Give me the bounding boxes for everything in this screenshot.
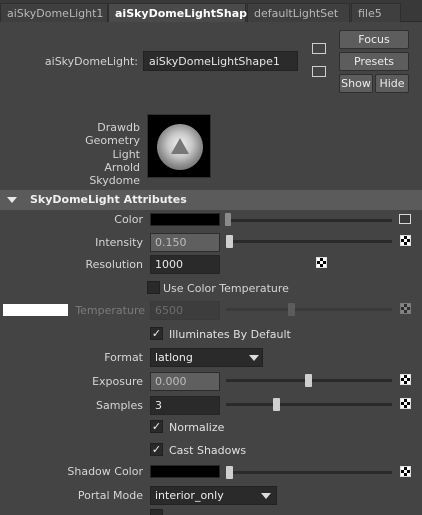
focus-button[interactable]: Focus: [339, 30, 409, 49]
intensity-slider-track[interactable]: [226, 240, 392, 243]
color-slider-handle[interactable]: [225, 213, 231, 226]
shadow-color-swatch[interactable]: [150, 465, 220, 478]
preview-line: Skydome: [89, 174, 140, 188]
cast-shadows-checkbox[interactable]: ✓: [150, 443, 163, 456]
hide-button[interactable]: Hide: [375, 74, 409, 93]
tab-aiskydomelightshape1[interactable]: aiSkyDomeLightShape1: [108, 3, 262, 22]
shadow-color-slider-handle[interactable]: [226, 466, 233, 479]
preview-line: Drawdb: [97, 121, 140, 134]
samples-slider-track[interactable]: [226, 403, 392, 406]
resolution-label: Resolution: [85, 258, 143, 271]
intensity-label: Intensity: [95, 236, 143, 249]
use-color-temperature-label: Use Color Temperature: [163, 282, 289, 295]
portal-mode-dropdown[interactable]: interior_only: [150, 486, 277, 505]
illuminates-by-default-checkbox[interactable]: ✓: [150, 327, 163, 340]
next-row-checkbox[interactable]: [150, 509, 163, 515]
normalize-label: Normalize: [169, 421, 225, 434]
samples-label: Samples: [96, 399, 143, 412]
light-preview-swatch: [147, 114, 211, 178]
resolution-map-button-icon[interactable]: [316, 257, 327, 268]
preview-type-text: Drawdb Geometry Light Arnold Skydome: [60, 121, 140, 187]
skydome-icon: [157, 124, 203, 170]
shadow-color-label: Shadow Color: [67, 465, 143, 478]
preview-line: Geometry: [85, 134, 140, 148]
portal-mode-label: Portal Mode: [77, 489, 143, 502]
tab-label: file5: [358, 7, 382, 20]
format-value: latlong: [155, 351, 193, 364]
color-swatch[interactable]: [150, 213, 220, 226]
color-label: Color: [114, 213, 143, 226]
node-name-field[interactable]: aiSkyDomeLightShape1: [143, 51, 298, 71]
tab-file5[interactable]: file5: [351, 3, 401, 22]
exposure-field[interactable]: 0.000: [150, 372, 220, 391]
dome-shape-icon: [171, 138, 189, 154]
temperature-field[interactable]: 6500: [150, 301, 220, 320]
resolution-field[interactable]: 1000: [150, 255, 220, 274]
input-connection-icon[interactable]: [312, 43, 326, 54]
shadow-color-slider-track[interactable]: [226, 471, 392, 474]
intensity-map-button-icon[interactable]: [400, 235, 411, 246]
section-title: SkyDomeLight Attributes: [30, 193, 187, 206]
preview-line: Light: [112, 147, 140, 161]
tab-label: aiSkyDomeLight1: [7, 7, 104, 20]
tab-aiskydomelight1[interactable]: aiSkyDomeLight1: [0, 3, 108, 22]
exposure-slider-handle[interactable]: [305, 374, 312, 387]
tab-label: aiSkyDomeLightShape1: [115, 7, 263, 20]
shadow-color-map-button-icon[interactable]: [400, 466, 411, 477]
cast-shadows-label: Cast Shadows: [169, 444, 247, 457]
presets-button[interactable]: Presets: [339, 52, 409, 71]
temperature-label: Temperature: [75, 304, 145, 317]
section-header-skydome-attributes[interactable]: SkyDomeLight Attributes: [0, 190, 422, 210]
normalize-checkbox[interactable]: ✓: [150, 420, 163, 433]
intensity-field[interactable]: 0.150: [150, 233, 220, 252]
collapse-arrow-icon: [7, 197, 17, 203]
chevron-down-icon: [249, 355, 259, 361]
use-color-temperature-checkbox[interactable]: [147, 281, 160, 294]
samples-field[interactable]: 3: [150, 396, 220, 415]
samples-map-button-icon[interactable]: [400, 398, 411, 409]
illuminates-by-default-label: Illuminates By Default: [169, 328, 291, 341]
intensity-slider-handle[interactable]: [226, 235, 233, 248]
temperature-slider-track[interactable]: [226, 308, 392, 311]
tab-defaultlightset[interactable]: defaultLightSet: [247, 3, 350, 22]
chevron-down-icon: [261, 493, 271, 499]
samples-slider-handle[interactable]: [273, 398, 280, 411]
color-map-button-icon[interactable]: [399, 214, 411, 224]
exposure-label: Exposure: [92, 375, 143, 388]
exposure-map-button-icon[interactable]: [400, 374, 411, 385]
temperature-color-preview: [3, 304, 68, 316]
portal-mode-value: interior_only: [155, 489, 224, 502]
temperature-slider-handle[interactable]: [288, 303, 295, 316]
node-type-label: aiSkyDomeLight:: [44, 55, 138, 68]
tab-bar: aiSkyDomeLight1 aiSkyDomeLightShape1 def…: [0, 0, 422, 22]
format-label: Format: [104, 351, 143, 364]
color-slider-track[interactable]: [226, 219, 392, 222]
temperature-map-button-icon[interactable]: [400, 303, 411, 314]
output-connection-icon[interactable]: [312, 66, 326, 77]
format-dropdown[interactable]: latlong: [150, 348, 263, 367]
preview-line: Arnold: [104, 160, 140, 174]
show-button[interactable]: Show: [339, 74, 373, 93]
tab-label: defaultLightSet: [254, 7, 339, 20]
